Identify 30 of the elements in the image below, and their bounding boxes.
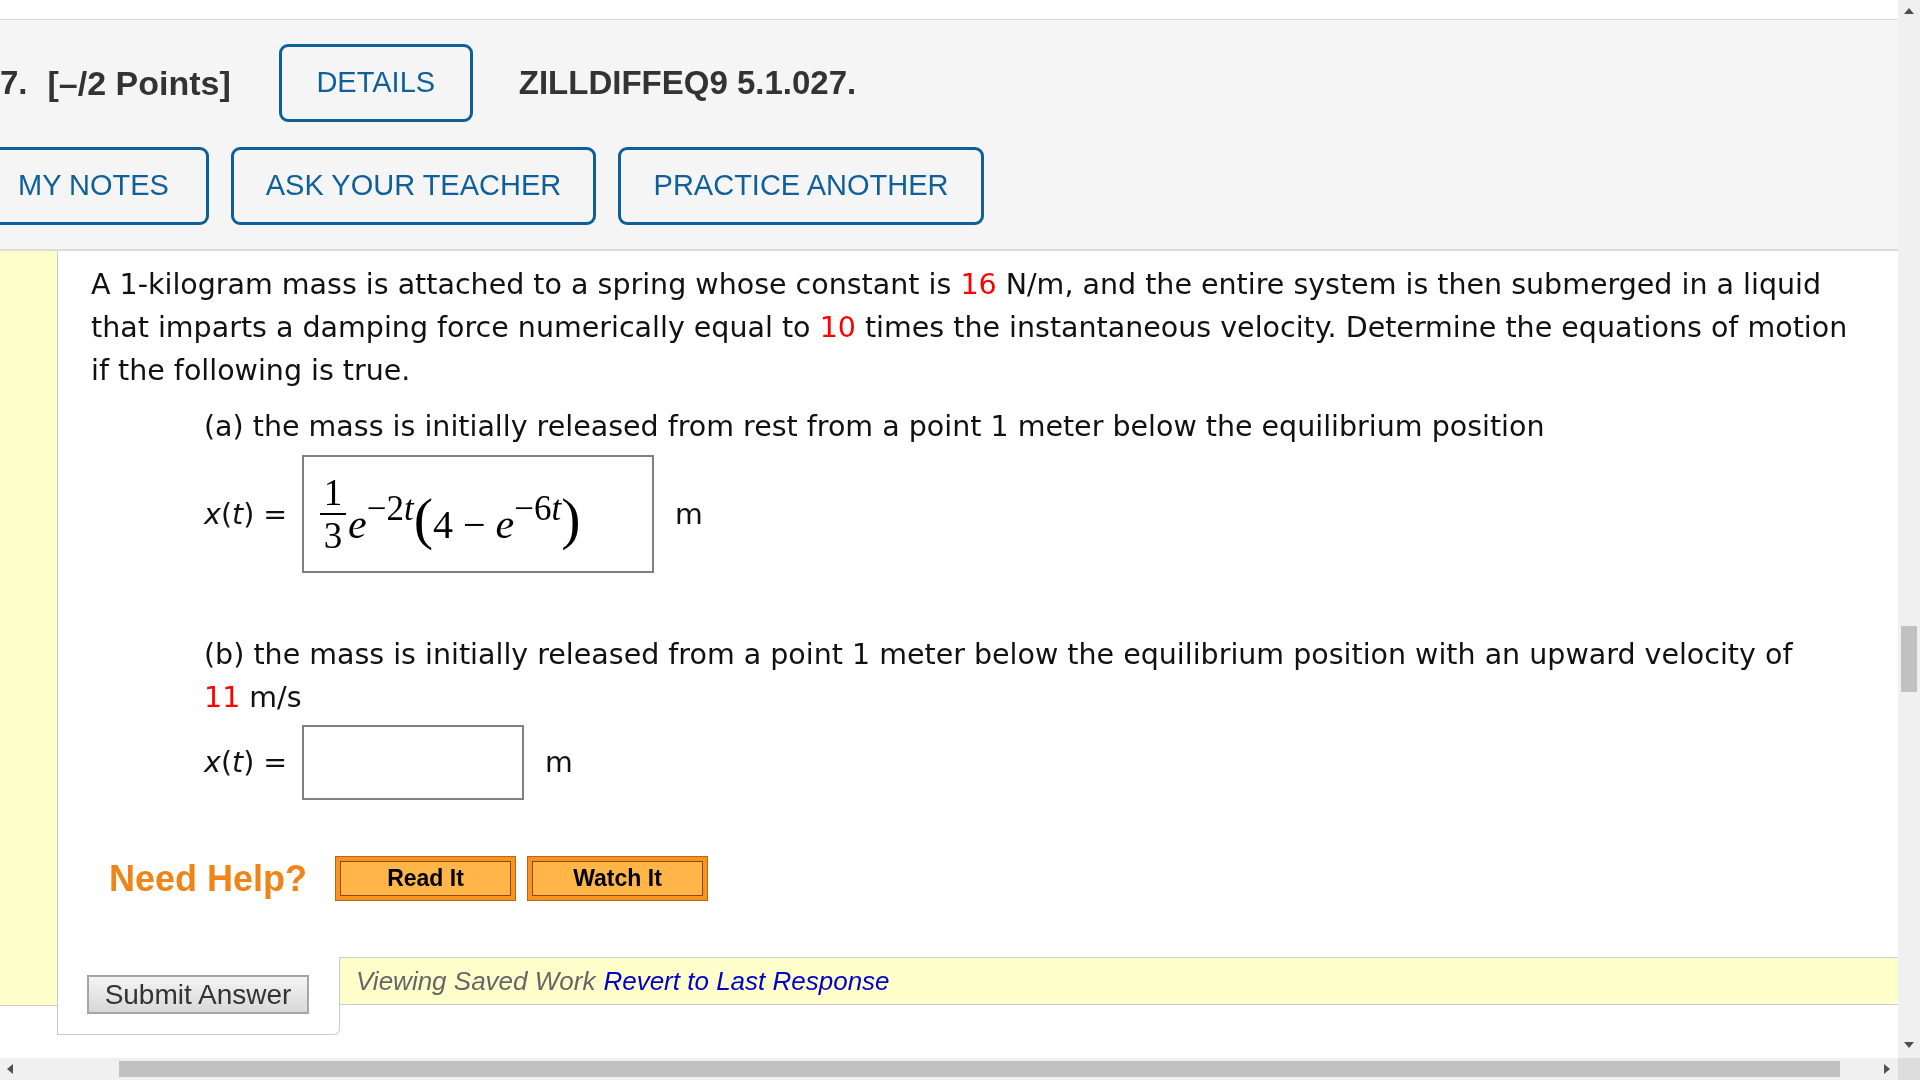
horizontal-scrollbar[interactable] xyxy=(0,1058,1920,1080)
question-text: A 1-kilogram mass is attached to a spring whose constant is 16 N/m, and the entire system is then submerged in a liquid that imparts a damping force numerically equal to 10 times the instantaneous velocity. Determine the equations of motion if the following is true. xyxy=(91,267,1849,389)
need-help-label: Need Help? xyxy=(109,856,308,901)
part-prompt: (a) the mass is initially released from rest from a point 1 meter below the equilibrium position xyxy=(204,409,1546,445)
scrollbar-thumb[interactable] xyxy=(119,1061,1840,1077)
part-prompt: (b) the mass is initially released from a point 1 meter below the equilibrium position with an upward velocity of 11 m/s xyxy=(204,637,1794,716)
scrollbar-corner xyxy=(1898,1058,1920,1080)
submit-button[interactable]: Submit Answer xyxy=(87,975,309,1014)
question-number: 7. xyxy=(0,63,28,104)
scroll-down-icon[interactable] xyxy=(1904,1042,1914,1048)
unit-label: m xyxy=(545,745,573,781)
answer-label: x(t) = xyxy=(204,745,289,781)
answer-label: x(t) = xyxy=(204,496,289,533)
scroll-right-icon[interactable] xyxy=(1884,1064,1890,1074)
help-button[interactable]: Read It xyxy=(335,856,516,901)
saved-work-text: Viewing Saved Work xyxy=(356,964,596,998)
header-button[interactable]: ASK YOUR TEACHER xyxy=(231,147,596,225)
revert-link[interactable]: Revert to Last Response xyxy=(603,961,890,1001)
scroll-up-icon[interactable] xyxy=(1904,8,1914,14)
unit-label: m xyxy=(675,496,703,533)
vertical-scrollbar[interactable] xyxy=(1898,0,1920,1058)
points-label: [–/2 Points] xyxy=(47,62,231,104)
problem-id: ZILLDIFFEQ9 5.1.027. xyxy=(518,63,857,104)
scrollbar-thumb[interactable] xyxy=(1901,626,1917,692)
header-button[interactable]: PRACTICE ANOTHER xyxy=(618,147,984,225)
header-button[interactable]: MY NOTES xyxy=(0,147,209,225)
scroll-left-icon[interactable] xyxy=(7,1064,13,1074)
details-button[interactable]: DETAILS xyxy=(278,44,473,122)
help-button[interactable]: Watch It xyxy=(527,856,708,901)
answer-box[interactable] xyxy=(302,725,524,800)
